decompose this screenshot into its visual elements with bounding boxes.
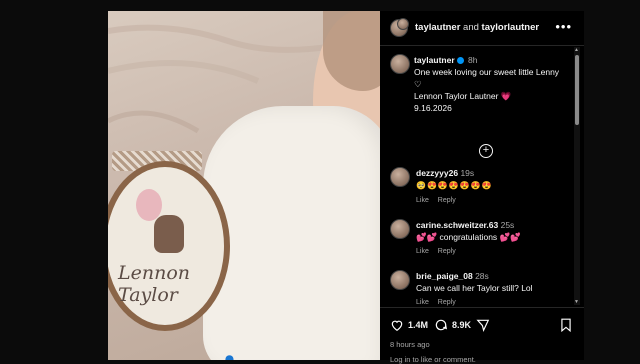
verified-badge-icon [456,57,464,65]
hoop-text-line2: Taylor [118,284,178,306]
post-actions-footer: 1.4M 8.9K 8 hours ago Log in to like or … [380,307,584,364]
comments-scroll-area[interactable]: taylautner 8h One week loving our sweet … [380,46,584,306]
caption-avatar[interactable] [390,54,410,74]
comment-reply-button[interactable]: Reply [438,197,456,204]
comment-time: 19s [460,168,475,178]
tagged-people-icon[interactable]: 👤 [222,355,237,360]
comment-like-button[interactable]: Like [416,299,429,306]
caption-line1: One week loving our sweet little Lenny [414,67,560,77]
comment-text: 🥺😍😍😍😍😍😍 [416,181,493,190]
hoop-text: Lennon Taylor [118,262,228,306]
post-photo: Lennon Taylor 👤 [108,11,380,360]
comment-actions: Like Reply [416,246,571,258]
caption-line2: Lennon Taylor Lautner [414,91,499,101]
baby-onesie [203,106,380,360]
comment-count: 8.9K [452,320,472,330]
comment-reply-button[interactable]: Reply [438,299,456,306]
coauthor-avatar[interactable] [397,18,409,30]
scroll-up-arrow-icon[interactable]: ▲ [574,47,579,53]
author-names: taylautner and taylorlautner [415,22,539,33]
heart-icon[interactable] [390,318,404,332]
comment-actions: Like Reply [416,297,571,306]
comment-username[interactable]: dezzyyy26 [416,168,458,178]
comment-avatar[interactable] [390,219,410,239]
like-action[interactable]: 1.4M [390,318,428,332]
comment-time: 28s [475,271,489,281]
comment-username[interactable]: carine.schweitzer.63 [416,220,498,230]
comment-time: 25s [500,220,515,230]
like-count: 1.4M [408,320,429,330]
more-horizontal-icon[interactable]: ••• [555,19,572,34]
hoop-text-line1: Lennon [118,262,191,284]
caption-username[interactable]: taylautner [414,55,455,65]
add-circle-icon[interactable]: + [479,144,493,158]
comment-body: carine.schweitzer.63 25s 💕💕 congratulati… [416,219,571,258]
caption-time: 8h [468,55,478,65]
post-side-panel: taylautner and taylorlautner ••• taylaut… [380,11,584,364]
caption-line3: 9.16.2026 [414,103,452,113]
comment-action[interactable]: 8.9K [434,318,471,332]
comment-actions: Like Reply [416,195,571,207]
comment-body: dezzyyy26 19s 🥺😍😍😍😍😍😍 Like Reply [416,167,571,207]
comment-text: Can we call her Taylor still? Lol [416,283,533,293]
coauthor-username-link[interactable]: taylorlautner [482,22,540,33]
comment-like-button[interactable]: Like [416,248,429,255]
comment-avatar[interactable] [390,270,410,290]
post-header: taylautner and taylorlautner ••• [380,11,584,46]
embroidery-hoop: Lennon Taylor [108,161,230,331]
comments-scrollbar[interactable]: ▲ ▼ [574,47,580,305]
comment-avatar[interactable] [390,167,410,187]
post-time-ago: 8 hours ago [390,340,430,349]
comment-username[interactable]: brie_paige_08 [416,271,473,281]
scroll-down-arrow-icon[interactable]: ▼ [574,299,579,305]
bear-embroidery [154,215,184,253]
caption-heart2: 💗 [500,91,512,101]
comment-body: brie_paige_08 28s Can we call her Taylor… [416,270,571,306]
caption-body: taylautner 8h One week loving our sweet … [414,54,574,114]
author-conjunction: and [463,22,479,33]
bookmark-icon[interactable] [560,318,572,332]
comment-reply-button[interactable]: Reply [438,248,456,255]
comment-bubble-icon[interactable] [434,318,448,332]
comment-like-button[interactable]: Like [416,197,429,204]
comment-text: 💕💕 congratulations 💕💕 [416,232,521,242]
author-username-link[interactable]: taylautner [415,22,460,33]
share-icon[interactable] [476,318,490,332]
caption-heart1: ♡ [414,79,422,89]
scrollbar-thumb[interactable] [575,55,579,125]
